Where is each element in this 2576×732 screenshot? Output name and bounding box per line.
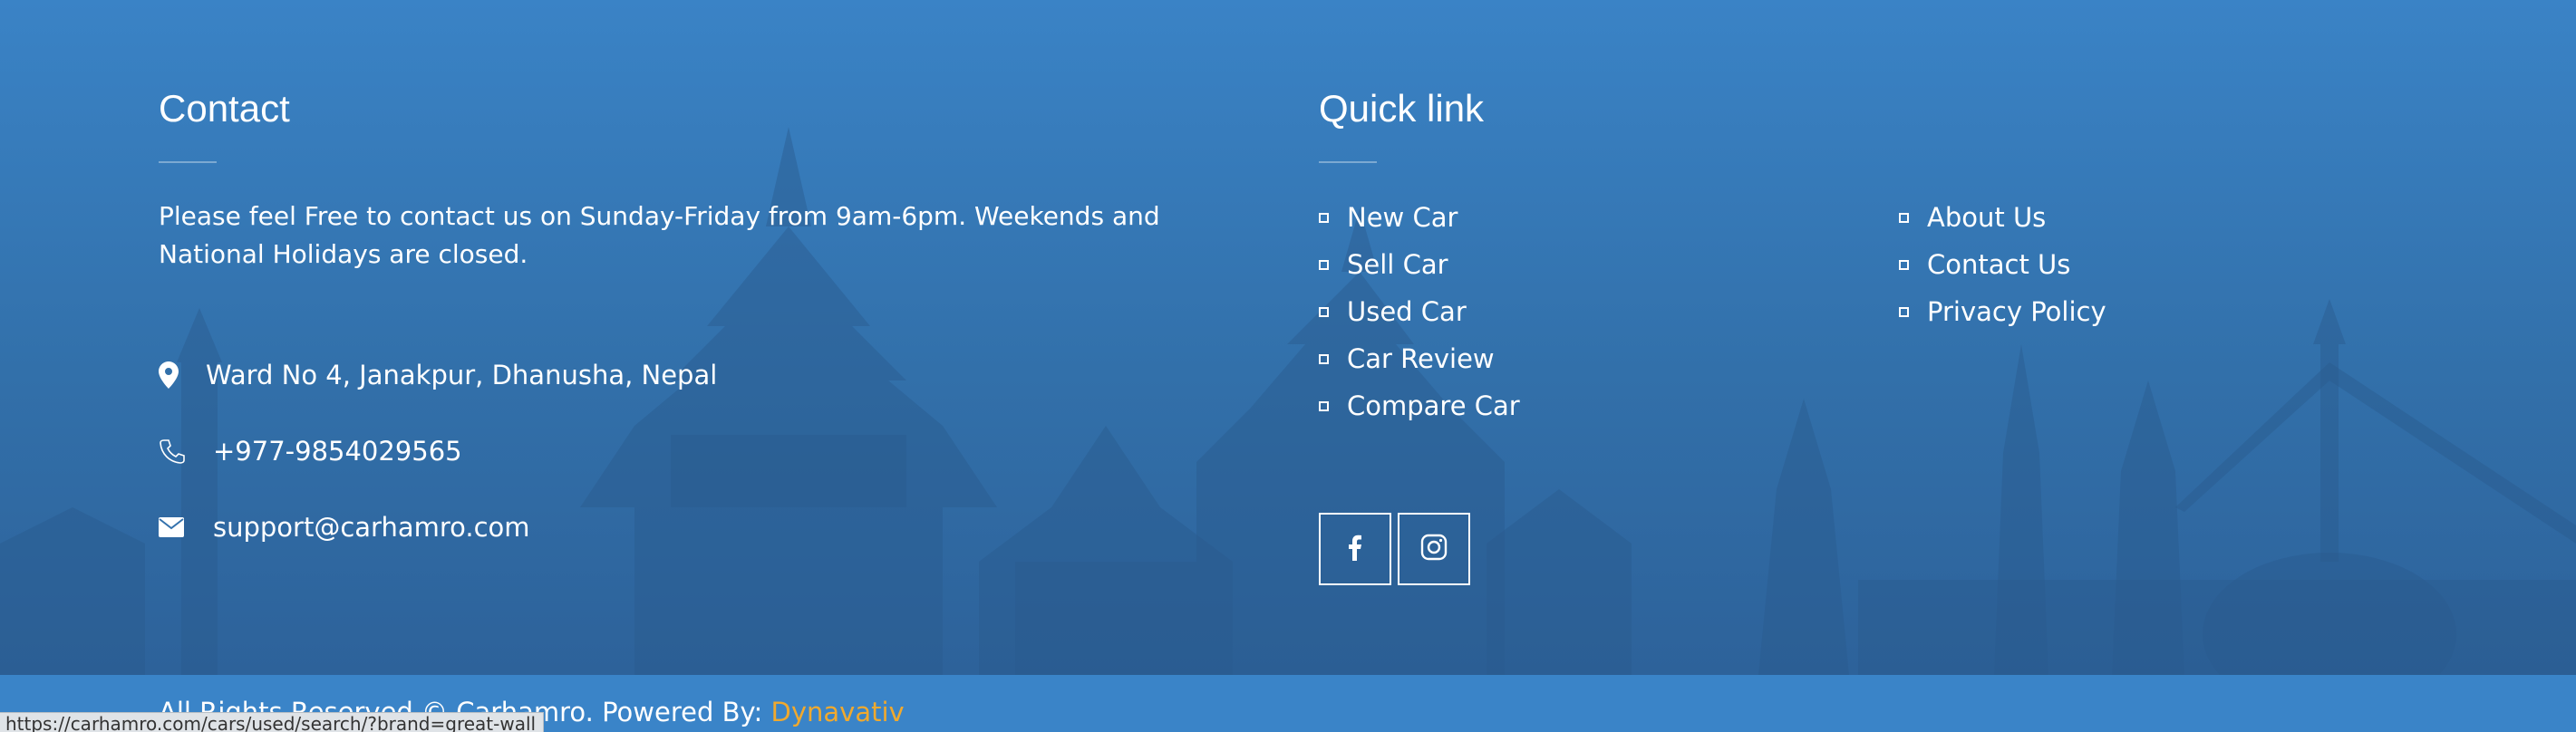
phone-icon [159, 435, 191, 467]
square-bullet-icon [1319, 400, 1329, 411]
quick-links-column-2: About Us Contact Us Privacy Policy [1899, 194, 2106, 335]
list-item: Privacy Policy [1899, 288, 2106, 335]
square-bullet-icon [1319, 353, 1329, 364]
contact-email: support@carhamro.com [159, 511, 530, 544]
square-bullet-icon [1319, 212, 1329, 223]
envelope-icon [159, 511, 191, 544]
instagram-icon [1420, 534, 1448, 564]
quick-link-title-underline [1319, 161, 1377, 163]
contact-address: Ward No 4, Janakpur, Dhanusha, Nepal [159, 359, 717, 391]
link-about-us[interactable]: About Us [1927, 202, 2046, 233]
list-item: Contact Us [1899, 241, 2106, 288]
contact-title: Contact [159, 87, 290, 130]
square-bullet-icon [1899, 306, 1909, 317]
email-link[interactable]: support@carhamro.com [213, 512, 530, 543]
status-bar-url: https://carhamro.com/cars/used/search/?b… [0, 712, 545, 732]
instagram-button[interactable] [1398, 513, 1470, 585]
powered-by-link[interactable]: Dynavativ [771, 697, 905, 727]
list-item: Used Car [1319, 288, 1520, 335]
square-bullet-icon [1319, 259, 1329, 270]
list-item: About Us [1899, 194, 2106, 241]
contact-description: Please feel Free to contact us on Sunday… [159, 201, 1160, 269]
link-sell-car[interactable]: Sell Car [1347, 249, 1448, 280]
facebook-icon [1348, 534, 1362, 564]
link-new-car[interactable]: New Car [1347, 202, 1457, 233]
facebook-button[interactable] [1319, 513, 1391, 585]
list-item: New Car [1319, 194, 1520, 241]
link-compare-car[interactable]: Compare Car [1347, 390, 1520, 421]
quick-link-title: Quick link [1319, 87, 1485, 130]
social-links [1319, 513, 1470, 585]
list-item: Sell Car [1319, 241, 1520, 288]
link-used-car[interactable]: Used Car [1347, 296, 1467, 327]
square-bullet-icon [1899, 259, 1909, 270]
square-bullet-icon [1899, 212, 1909, 223]
phone-link[interactable]: +977-9854029565 [213, 436, 462, 467]
list-item: Car Review [1319, 335, 1520, 382]
link-contact-us[interactable]: Contact Us [1927, 249, 2070, 280]
list-item: Compare Car [1319, 382, 1520, 429]
contact-title-underline [159, 161, 217, 163]
footer-main [0, 0, 2576, 675]
skyline-silhouette [0, 127, 2576, 675]
map-marker-icon [159, 359, 191, 391]
quick-links-column-1: New Car Sell Car Used Car Car Review Com… [1319, 194, 1520, 429]
contact-phone: +977-9854029565 [159, 435, 462, 467]
link-car-review[interactable]: Car Review [1347, 343, 1495, 374]
address-text: Ward No 4, Janakpur, Dhanusha, Nepal [206, 360, 718, 390]
square-bullet-icon [1319, 306, 1329, 317]
link-privacy-policy[interactable]: Privacy Policy [1927, 296, 2106, 327]
